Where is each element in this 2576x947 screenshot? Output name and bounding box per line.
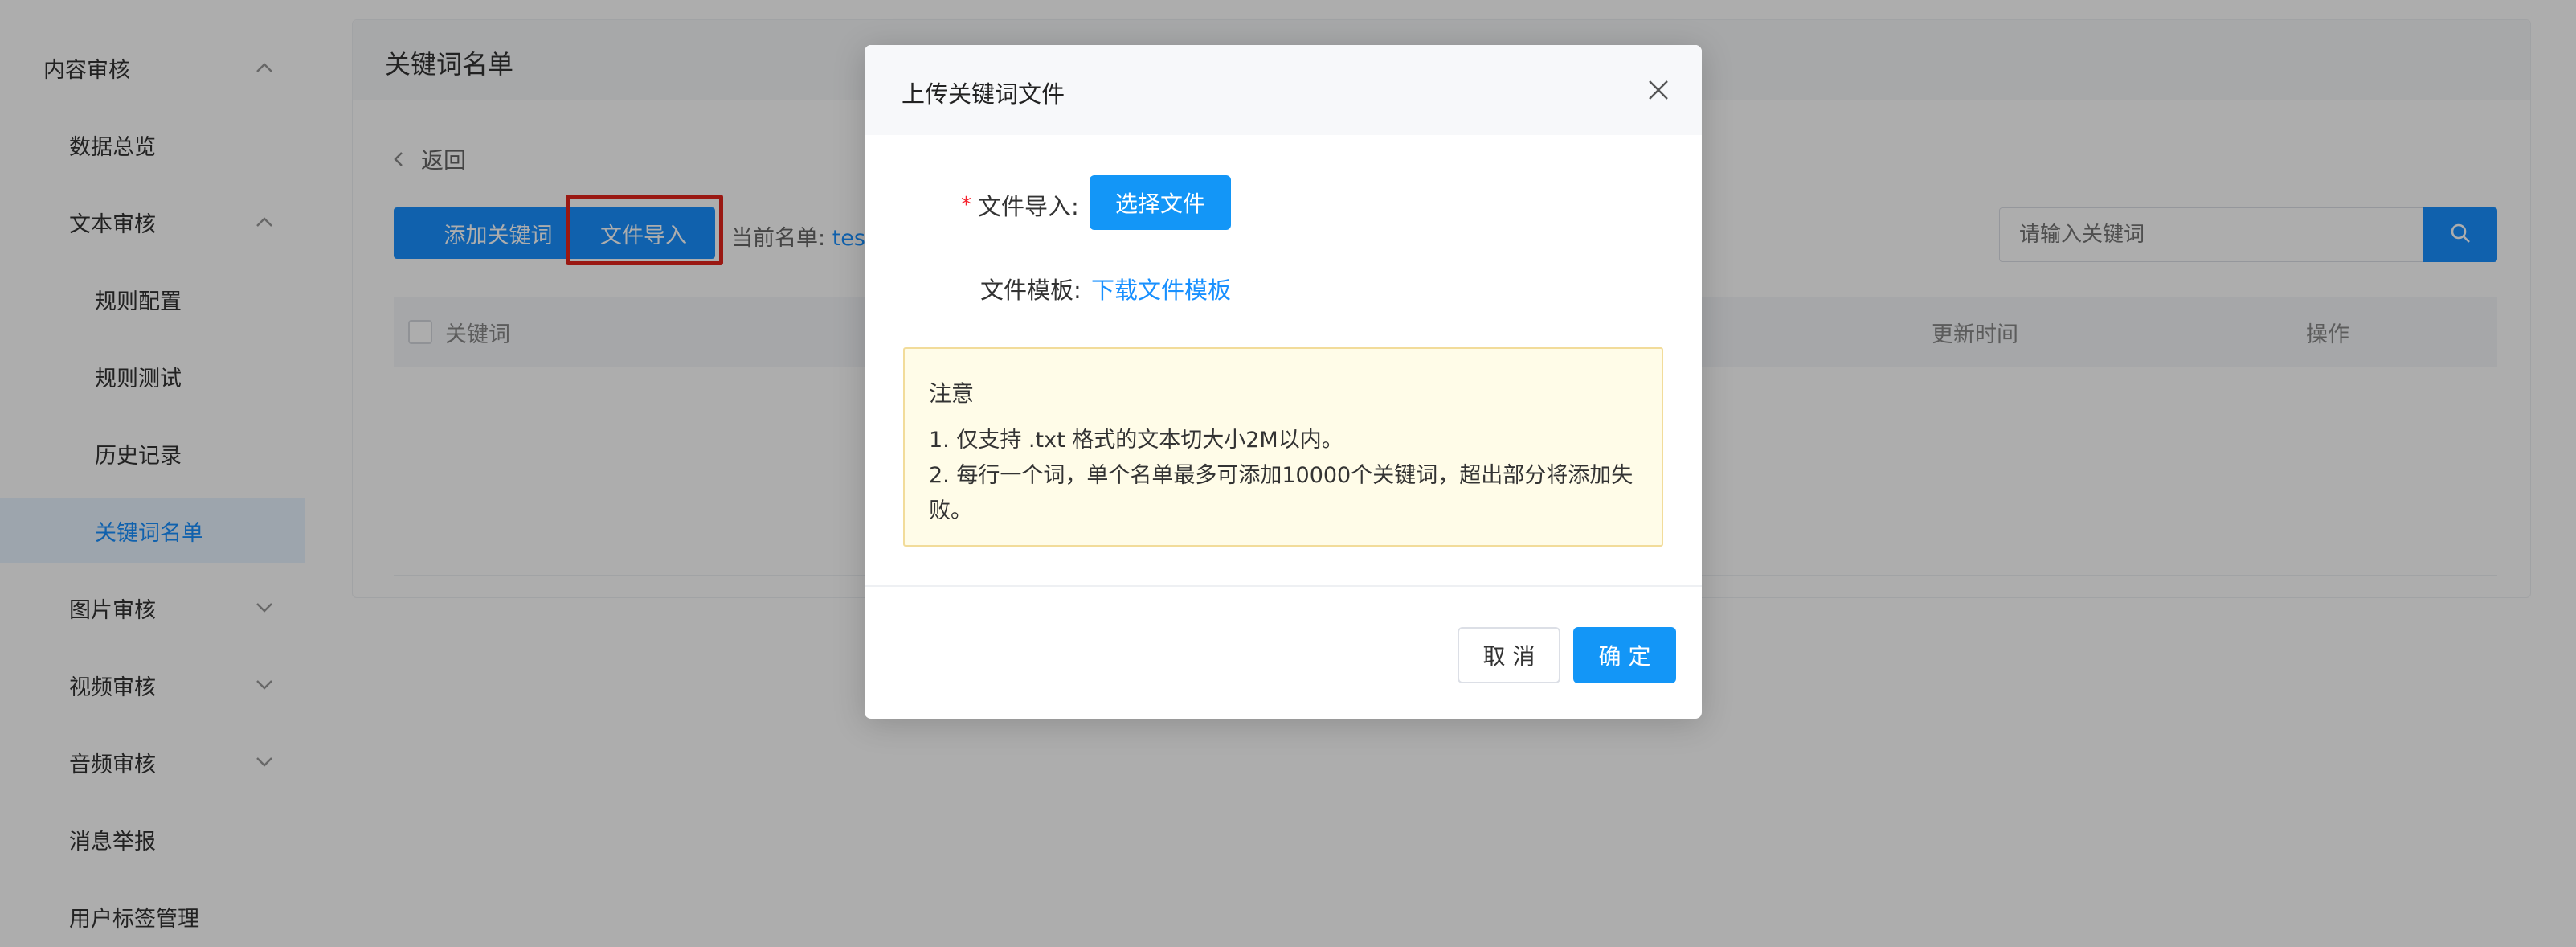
cancel-button[interactable]: 取 消 bbox=[1458, 627, 1560, 683]
choose-file-button[interactable]: 选择文件 bbox=[1090, 175, 1231, 230]
modal-divider bbox=[865, 585, 1702, 587]
notice-line-1: 1. 仅支持 .txt 格式的文本切大小2M以内。 bbox=[929, 428, 1343, 453]
download-template-link[interactable]: 下载文件模板 bbox=[1091, 272, 1231, 305]
notice-line-2: 2. 每行一个词，单个名单最多可添加10000个关键词，超出部分将添加失 bbox=[929, 463, 1634, 488]
notice-box: 注意 1. 仅支持 .txt 格式的文本切大小2M以内。 2. 每行一个词，单个… bbox=[903, 347, 1663, 547]
file-import-label: * 文件导入: bbox=[961, 188, 1079, 222]
modal-title: 上传关键词文件 bbox=[902, 80, 1065, 108]
confirm-button[interactable]: 确 定 bbox=[1573, 627, 1676, 683]
upload-keyword-file-dialog: 上传关键词文件 * 文件导入: 选择文件 文件模板: 下载文件模板 注意 1. … bbox=[865, 45, 1702, 719]
template-label-text: 文件模板: bbox=[980, 277, 1082, 304]
template-label: 文件模板: bbox=[980, 272, 1082, 305]
notice-title: 注意 bbox=[929, 380, 975, 407]
required-asterisk: * bbox=[961, 193, 971, 217]
file-import-label-text: 文件导入: bbox=[978, 193, 1079, 220]
notice-line-2-wrap: 败。 bbox=[929, 498, 972, 523]
modal-header: 上传关键词文件 bbox=[865, 45, 1702, 135]
close-icon[interactable] bbox=[1646, 77, 1671, 103]
